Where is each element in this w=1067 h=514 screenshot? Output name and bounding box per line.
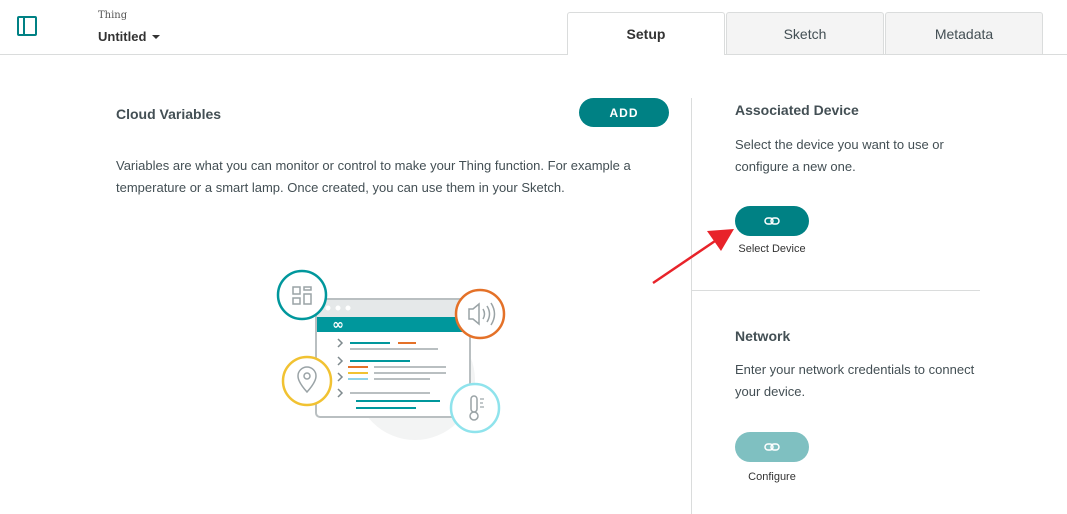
svg-text:∞: ∞ (332, 317, 344, 333)
configure-network-button[interactable] (735, 432, 809, 462)
caret-down-icon (152, 35, 161, 39)
add-variable-button[interactable]: ADD (579, 98, 669, 127)
link-icon (764, 443, 780, 451)
tab-sketch[interactable]: Sketch (726, 12, 884, 54)
cloud-variables-illustration: ∞ (276, 269, 506, 440)
associated-device-description: Select the device you want to use or con… (735, 137, 944, 174)
tab-setup[interactable]: Setup (567, 12, 725, 55)
select-device-button[interactable] (735, 206, 809, 236)
vertical-divider (691, 98, 692, 514)
thing-name: Untitled (98, 29, 147, 44)
configure-label: Configure (748, 471, 796, 483)
thing-name-dropdown[interactable]: Untitled (98, 29, 161, 44)
network-title: Network (735, 328, 791, 344)
top-bar: Thing Untitled Setup Sketch Metadata (0, 0, 1067, 55)
network-description: Enter your network credentials to connec… (735, 362, 975, 399)
cloud-variables-description: Variables are what you can monitor or co… (116, 158, 631, 195)
horizontal-divider (692, 290, 980, 291)
cloud-variables-title: Cloud Variables (116, 106, 222, 122)
tab-metadata[interactable]: Metadata (885, 12, 1043, 54)
thing-label: Thing (98, 10, 128, 21)
sidebar-toggle-icon[interactable] (17, 16, 37, 36)
annotation-arrow-icon (652, 229, 734, 285)
link-icon (764, 217, 780, 225)
associated-device-title: Associated Device (735, 102, 859, 118)
